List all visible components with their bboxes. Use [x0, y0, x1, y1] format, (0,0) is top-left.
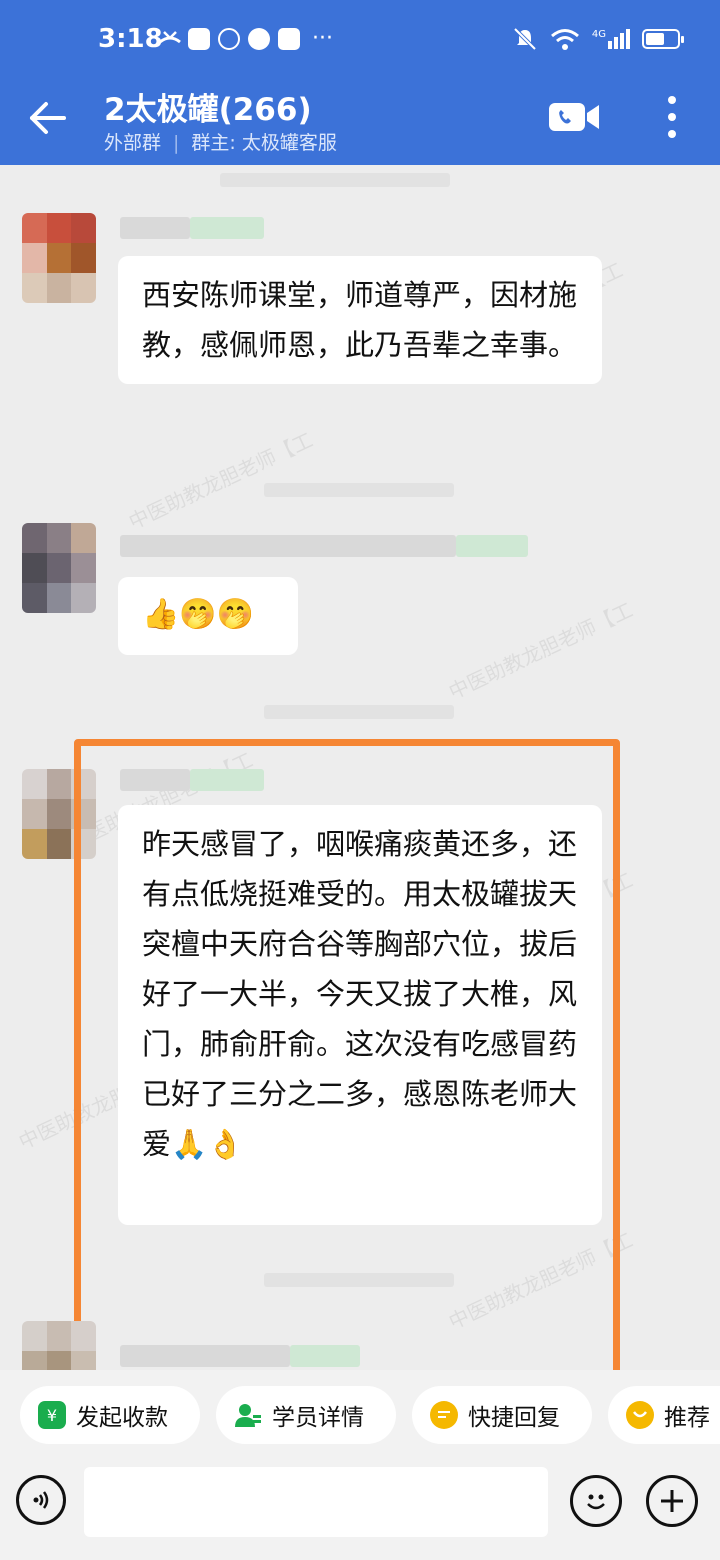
quick-reply-button[interactable]: 快捷回复: [412, 1386, 592, 1444]
group-type-label: 外部群: [104, 132, 162, 154]
sender-tag: [456, 535, 528, 557]
back-arrow-icon[interactable]: [28, 98, 68, 138]
sender-name: [120, 217, 190, 239]
avatar[interactable]: [22, 523, 96, 613]
search-notification-icon: [278, 27, 300, 50]
quick-reply-icon: [430, 1401, 458, 1429]
time-divider: [264, 1273, 454, 1287]
time-divider: [220, 173, 450, 187]
avatar[interactable]: [22, 1321, 96, 1370]
emoji-icon[interactable]: [570, 1475, 622, 1527]
battery-icon: [642, 29, 684, 49]
subtitle-divider: |: [173, 132, 180, 154]
input-bar: [0, 1465, 720, 1560]
missed-call-icon: [158, 28, 181, 50]
chip-label: 学员详情: [272, 1405, 364, 1431]
recommend-button[interactable]: 推荐: [608, 1386, 720, 1444]
student-details-button[interactable]: 学员详情: [216, 1386, 396, 1444]
sender-tag: [290, 1345, 360, 1367]
plus-icon[interactable]: [646, 1475, 698, 1527]
more-menu-icon[interactable]: [664, 96, 680, 140]
status-time: 3:18: [98, 24, 163, 54]
chip-label: 快捷回复: [468, 1405, 560, 1431]
network-type: 4G: [591, 29, 606, 40]
status-bar: 3:18 ··· 4G: [0, 18, 720, 66]
app-notification-icon: [188, 27, 210, 50]
chip-label: 推荐: [664, 1405, 710, 1431]
mute-icon: [513, 27, 537, 51]
message-bubble[interactable]: 西安陈师课堂，师道尊严，因材施教，感佩师恩，此乃吾辈之幸事。: [118, 256, 602, 384]
system-icons: 4G: [512, 26, 684, 52]
wifi-icon: [550, 29, 579, 50]
message-input[interactable]: [84, 1467, 548, 1537]
chat-header: 3:18 ··· 4G 2太极罐(266) 外部群 | 群主: 太极罐客服: [0, 0, 720, 165]
chat-title: 2太极罐(266): [104, 92, 312, 128]
message-notification-icon: [248, 27, 270, 50]
time-divider: [264, 483, 454, 497]
chat-message-list[interactable]: 中医助教龙胆老师【工 中医助教龙胆老师【工 中医助教龙胆老师【工 中医助教龙胆老…: [0, 165, 720, 1370]
more-notifications-icon: ···: [312, 26, 333, 51]
sender-tag: [190, 217, 264, 239]
group-owner-label: 群主: 太极罐客服: [191, 132, 337, 154]
video-call-icon[interactable]: [548, 100, 600, 134]
notification-icons: ···: [158, 26, 333, 51]
quick-action-bar: ¥ 发起收款 学员详情 快捷回复 推荐: [0, 1370, 720, 1465]
message-bubble[interactable]: 👍🤭🤭: [118, 577, 298, 655]
sender-name: [120, 1345, 290, 1367]
shield-yuan-icon: ¥: [38, 1401, 66, 1429]
browser-notification-icon: [218, 27, 240, 50]
watermark: 中医助教龙胆老师【工: [444, 597, 637, 704]
signal-icon: 4G: [592, 29, 630, 49]
chip-label: 发起收款: [76, 1405, 168, 1431]
start-payment-button[interactable]: ¥ 发起收款: [20, 1386, 200, 1444]
sender-name: [120, 535, 456, 557]
user-detail-icon: [234, 1401, 262, 1429]
avatar[interactable]: [22, 213, 96, 303]
time-divider: [264, 705, 454, 719]
recommend-icon: [626, 1401, 654, 1429]
voice-input-icon[interactable]: [16, 1475, 66, 1525]
watermark: 中医助教龙胆老师【工: [124, 427, 317, 534]
chat-subtitle: 外部群 | 群主: 太极罐客服: [104, 128, 337, 155]
